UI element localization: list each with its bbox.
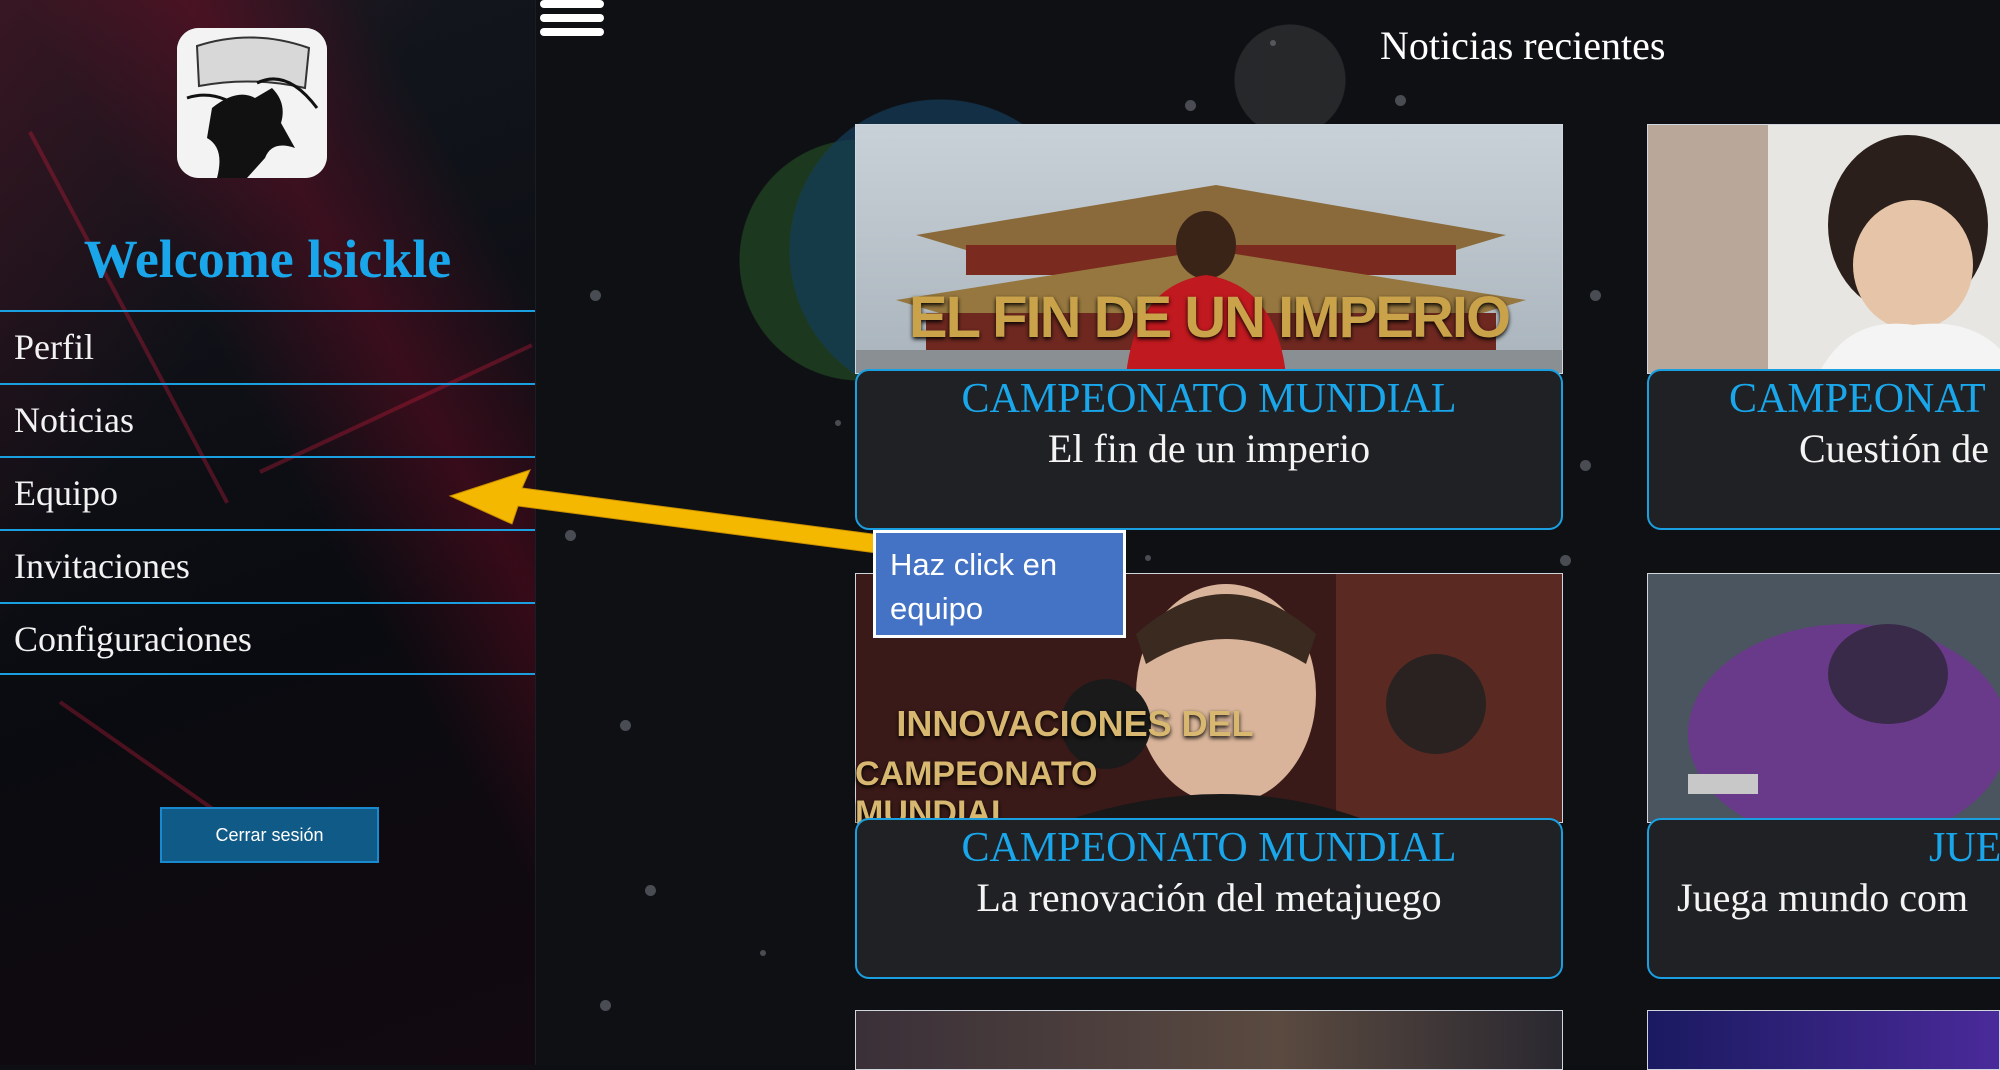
page-title: Noticias recientes	[1380, 23, 1666, 68]
background-dot	[760, 950, 766, 956]
news-info: CAMPEONAT Cuestión de	[1647, 369, 2000, 530]
background-dot	[1270, 40, 1276, 46]
welcome-message: Welcome lsickle	[83, 229, 452, 289]
hamburger-bar	[540, 14, 604, 22]
news-title: Cuestión de	[1799, 426, 1989, 471]
news-category: CAMPEONAT	[1729, 376, 1986, 422]
news-thumbnail	[1647, 573, 2000, 823]
news-thumbnail[interactable]	[1647, 1010, 2000, 1070]
news-title: Juega mundo com	[1677, 875, 1969, 920]
hamburger-bar	[540, 28, 604, 36]
background-dot	[1580, 460, 1591, 471]
instruction-callout: Haz click en equipo	[873, 530, 1126, 638]
background-dot	[1185, 100, 1196, 111]
news-category: CAMPEONATO MUNDIAL	[961, 376, 1457, 422]
hamburger-icon[interactable]	[540, 0, 604, 40]
news-image-caption: INNOVACIONES DEL	[896, 703, 1254, 744]
sidebar-item-perfil[interactable]: Perfil	[0, 310, 535, 383]
news-thumbnail[interactable]	[855, 1010, 1563, 1070]
news-card[interactable]: CAMPEONAT Cuestión de	[1647, 124, 2000, 530]
background-dot	[1395, 95, 1406, 106]
news-title: El fin de un imperio	[1047, 426, 1371, 471]
sidebar-item-noticias[interactable]: Noticias	[0, 383, 535, 456]
news-title: La renovación del metajuego	[976, 875, 1442, 920]
background-dot	[565, 530, 576, 541]
news-card[interactable]: EL FIN DE UN IMPERIO CAMPEONATO MUNDIAL …	[855, 124, 1563, 530]
news-image-caption: EL FIN DE UN IMPERIO	[908, 285, 1511, 350]
sidebar-item-equipo[interactable]: Equipo	[0, 456, 535, 529]
sidebar-item-invitaciones[interactable]: Invitaciones	[0, 529, 535, 602]
sidebar-item-configuraciones[interactable]: Configuraciones	[0, 602, 535, 675]
background-dot	[590, 290, 601, 301]
hamburger-bar	[540, 0, 604, 8]
logout-button[interactable]: Cerrar sesión	[160, 807, 379, 863]
logo-image	[177, 28, 327, 178]
background-dot	[600, 1000, 611, 1011]
news-category: JUE	[1929, 825, 2000, 871]
news-category: CAMPEONATO MUNDIAL	[961, 825, 1457, 871]
background-dot	[645, 885, 656, 896]
news-info: JUE Juega mundo com	[1647, 818, 2000, 979]
sidebar: Welcome lsickle Perfil Noticias Equipo I…	[0, 0, 536, 1065]
news-thumbnail	[1647, 124, 2000, 374]
background-dot	[620, 720, 631, 731]
background-dot	[1145, 555, 1151, 561]
news-info: CAMPEONATO MUNDIAL El fin de un imperio	[855, 369, 1563, 530]
sidebar-menu: Perfil Noticias Equipo Invitaciones Conf…	[0, 310, 535, 675]
background-dot	[835, 420, 841, 426]
news-info: CAMPEONATO MUNDIAL La renovación del met…	[855, 818, 1563, 979]
news-card[interactable]: JUE Juega mundo com	[1647, 573, 2000, 979]
house-gaming-logo[interactable]	[177, 28, 327, 178]
background-dot	[1590, 290, 1601, 301]
background-dot	[1560, 555, 1571, 566]
